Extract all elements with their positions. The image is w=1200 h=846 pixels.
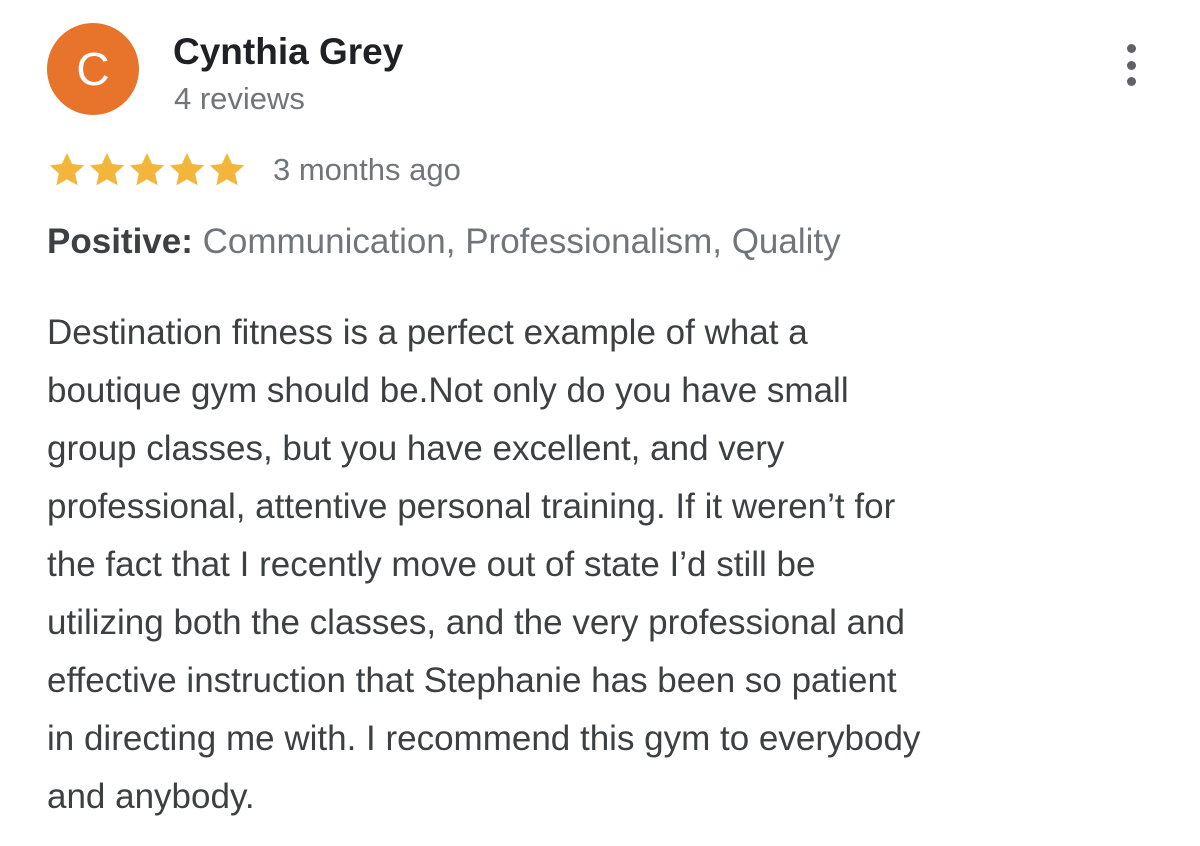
review-date: 3 months ago [273,152,461,187]
highlights-value: Communication, Professionalism, Quality [192,222,841,261]
star-rating [47,150,247,190]
star-icon [167,150,207,190]
review-text-line: group classes, but you have excellent, a… [47,429,785,468]
more-vert-icon-dot [1126,60,1136,70]
review-text-line: and anybody. [47,777,255,816]
reviewer-name[interactable]: Cynthia Grey [173,30,403,74]
avatar[interactable]: C [47,23,139,115]
star-icon [47,150,87,190]
more-options-button[interactable] [1113,40,1149,90]
star-icon [87,150,127,190]
review-text-line: the fact that I recently move out of sta… [47,545,816,584]
review-count[interactable]: 4 reviews [174,80,305,118]
more-vert-icon [1126,44,1136,53]
rating-row: 3 months ago [47,148,461,192]
review-text-line: professional, attentive personal trainin… [47,487,896,526]
star-icon [127,150,167,190]
review-text-line: boutique gym should be.Not only do you h… [47,371,849,410]
avatar-initial: C [76,43,110,95]
review-text: Destination fitness is a perfect example… [47,304,1157,826]
more-vert-icon-dot [1126,77,1136,86]
review-text-line: in directing me with. I recommend this g… [47,719,921,758]
review-card: C Cynthia Grey 4 reviews 3 months ago Po… [0,0,1200,846]
review-text-line: effective instruction that Stephanie has… [47,661,897,700]
highlights-label: Positive: [47,222,193,261]
review-text-line: Destination fitness is a perfect example… [47,313,808,352]
star-icon [207,150,247,190]
review-text-line: utilizing both the classes, and the very… [47,603,906,642]
review-highlights: Positive: Communication, Professionalism… [47,220,841,264]
